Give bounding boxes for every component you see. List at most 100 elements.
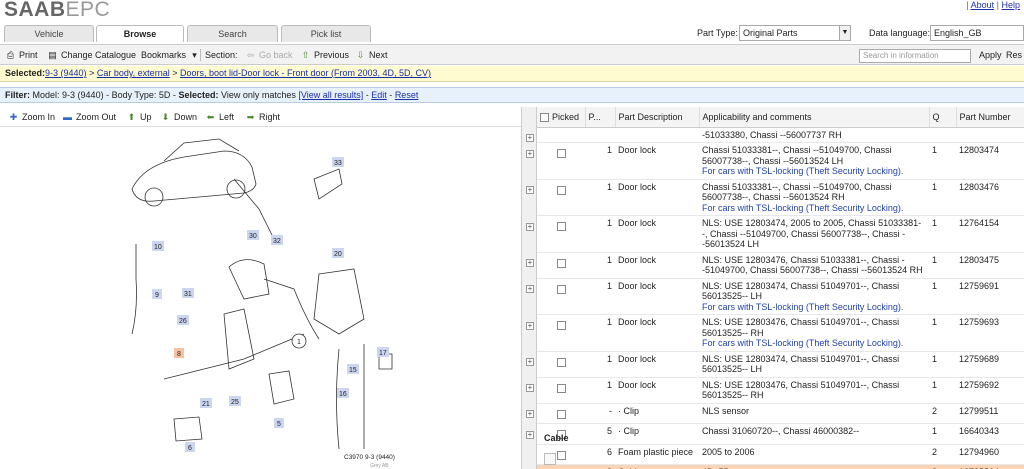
edit-filter-link[interactable]: Edit — [371, 90, 387, 100]
expand-row-icon[interactable]: + — [526, 259, 534, 267]
column-header-label: Part Number — [959, 111, 1011, 122]
column-header[interactable]: P... — [585, 107, 616, 128]
table-row[interactable]: 1 Door lock NLS: USE 12803476, Chassi 5104… — [537, 314, 1024, 352]
position-cell: 1 — [606, 145, 612, 155]
pick-checkbox[interactable] — [556, 450, 566, 460]
column-header[interactable]: Applicability and comments — [699, 107, 930, 128]
help-link[interactable]: Help — [1001, 0, 1020, 10]
breadcrumb-model[interactable]: 9-3 (9440) — [45, 68, 87, 78]
zoom-in-button[interactable]: ✚ Zoom In — [8, 110, 55, 124]
expand-row-icon[interactable]: + — [526, 384, 534, 392]
table-row[interactable]: 1 Door lock NLS: USE 12803474, Chassi 5104… — [537, 351, 1024, 378]
column-header[interactable]: Part Description — [615, 107, 700, 128]
quantity-cell: 1 — [932, 254, 938, 265]
print-button[interactable]: ⎙ Print — [5, 48, 38, 62]
breadcrumb-section[interactable]: Doors, boot lid-Door lock - Front door (… — [180, 68, 431, 78]
expand-row-icon[interactable]: + — [526, 431, 534, 439]
tsl-note: For cars with TSL-locking (Theft Securit… — [702, 301, 904, 312]
tab-search[interactable]: Search — [187, 25, 278, 42]
tab-browse[interactable]: Browse — [96, 25, 184, 42]
table-row[interactable]: 6 Foam plastic piece 2005 to 2006 2 12794960 — [537, 444, 1024, 465]
reset-filter-link[interactable]: Reset — [395, 90, 419, 100]
change-catalogue-button[interactable]: ▤ Change Catalogue — [47, 48, 136, 62]
pick-checkbox[interactable] — [556, 222, 566, 231]
pick-checkbox[interactable] — [556, 409, 566, 419]
column-header[interactable]: Q — [929, 107, 957, 128]
pick-checkbox[interactable] — [556, 321, 566, 330]
expand-row-icon[interactable]: + — [526, 358, 534, 366]
applicability-cell: NLS: USE 12803476, Chassi 51033381--, Ch… — [702, 254, 923, 276]
table-row[interactable]: 1 Door lock Chassi 51033381--, Chassi --51… — [537, 142, 1024, 180]
table-row[interactable]: 1 Door lock Chassi 51033381--, Chassi --51… — [537, 179, 1024, 216]
tsl-note: For cars with TSL-locking (Theft Securit… — [702, 166, 904, 176]
diagram-footer: C3970 9-3 (9440) — [344, 454, 395, 461]
next-button[interactable]: ⇩ Next — [355, 48, 388, 62]
table-row[interactable]: 1 Door lock NLS: USE 12803476, Chassi 5103… — [537, 252, 1024, 279]
pick-checkbox[interactable] — [556, 383, 566, 393]
callout-label: 21 — [202, 401, 210, 408]
callout-label: 9 — [155, 292, 159, 299]
pan-up-button[interactable]: ⬆ Up — [126, 110, 152, 124]
part-description-cell: Foam plastic piece — [618, 446, 694, 457]
table-row[interactable]: -51033380, Chassi --56007737 RH — [537, 127, 1024, 143]
breadcrumb-group[interactable]: Car body, external — [97, 68, 170, 78]
quantity-cell: 2 — [932, 405, 938, 416]
apply-button[interactable]: Apply — [979, 48, 1002, 62]
callout-label: 33 — [334, 160, 342, 167]
expand-row-icon[interactable]: + — [526, 186, 534, 194]
expand-row-icon[interactable]: + — [526, 150, 534, 158]
tab-vehicle[interactable]: Vehicle — [4, 25, 94, 42]
tab-pick-list[interactable]: Pick list — [281, 25, 371, 42]
selected-breadcrumb: Selected:9-3 (9440) > Car body, external… — [0, 66, 1024, 82]
epc-app: SAABEPC | About | Help Vehicle Browse Se… — [0, 0, 1024, 469]
parts-diagram[interactable]: 33 10 30 32 20 9 31 26 1 8 17 15 16 21 2… — [124, 129, 400, 469]
catalogue-icon: ▤ — [48, 49, 57, 60]
pick-checkbox[interactable] — [556, 149, 566, 158]
table-row[interactable]: 1 Door lock NLS: USE 12803474, Chassi 5104… — [537, 278, 1024, 315]
view-all-results-link[interactable]: [View all results] — [298, 90, 363, 100]
callout-label: 30 — [249, 233, 257, 240]
part-number-cell: 12803476 — [959, 181, 1000, 192]
table-row[interactable]: 5 · Clip Chassi 31060720--, Chassi 4600038… — [537, 423, 1024, 445]
zoom-out-button[interactable]: ▬ Zoom Out — [62, 110, 116, 124]
bookmarks-menu[interactable]: Bookmarks ▾ — [141, 48, 200, 62]
picked-cell — [537, 377, 585, 404]
information-search-input[interactable]: Search in information — [859, 49, 971, 63]
reset-search-button[interactable]: Res — [1006, 48, 1022, 62]
quantity-cell: 1 — [932, 379, 938, 390]
go-back-button[interactable]: ⇦ Go back — [245, 48, 293, 62]
quantity-cell: 1 — [932, 280, 938, 291]
data-language-select[interactable]: English_GB — [930, 25, 1024, 41]
pick-checkbox[interactable] — [556, 258, 566, 268]
pick-checkbox[interactable] — [556, 284, 566, 294]
pick-checkbox[interactable] — [556, 185, 566, 195]
column-header[interactable]: Part Number — [956, 107, 1024, 128]
expand-row-icon[interactable]: + — [526, 223, 534, 231]
expand-row-icon[interactable]: + — [526, 410, 534, 418]
zoom-in-icon: ✚ — [9, 111, 18, 122]
select-all-checkbox[interactable] — [540, 112, 549, 122]
callout-label: 15 — [349, 367, 357, 374]
previous-button[interactable]: ⇧ Previous — [300, 48, 349, 62]
table-row[interactable]: - · Clip NLS sensor 2 12799511 — [537, 403, 1024, 424]
quantity-cell: 1 — [932, 353, 938, 364]
table-row[interactable]: 1 Door lock NLS: USE 12803474, 2005 to 200… — [537, 215, 1024, 253]
table-row[interactable]: 8Cable4D, 5D212785564 — [537, 464, 1024, 469]
part-type-select[interactable]: Original Parts ▼ — [739, 25, 851, 41]
table-row[interactable]: 1 Door lock NLS: USE 12803476, Chassi 5104… — [537, 377, 1024, 404]
image-toolbar: ✚ Zoom In ▬ Zoom Out ⬆ Up ⬇ Down ⬅ Left ➡ Righ… — [0, 107, 521, 127]
about-link[interactable]: About — [971, 0, 995, 10]
expand-row-icon[interactable]: + — [526, 134, 534, 142]
column-header[interactable]: Picked — [537, 107, 586, 128]
part-description-cell: Door lock — [618, 181, 657, 192]
parts-table-wrap: Picked P... Part Description Applicability … — [537, 107, 1024, 469]
expand-row-icon[interactable]: + — [526, 285, 534, 293]
pan-down-button[interactable]: ⬇ Down — [160, 110, 197, 124]
position-cell: 1 — [606, 280, 612, 291]
data-language-label: Data language: — [869, 28, 931, 38]
pan-right-button[interactable]: ➡ Right — [245, 110, 280, 124]
pan-left-button[interactable]: ⬅ Left — [205, 110, 234, 124]
pick-checkbox[interactable] — [556, 357, 566, 367]
expand-row-icon[interactable]: + — [526, 322, 534, 330]
position-cell: 1 — [606, 181, 612, 192]
